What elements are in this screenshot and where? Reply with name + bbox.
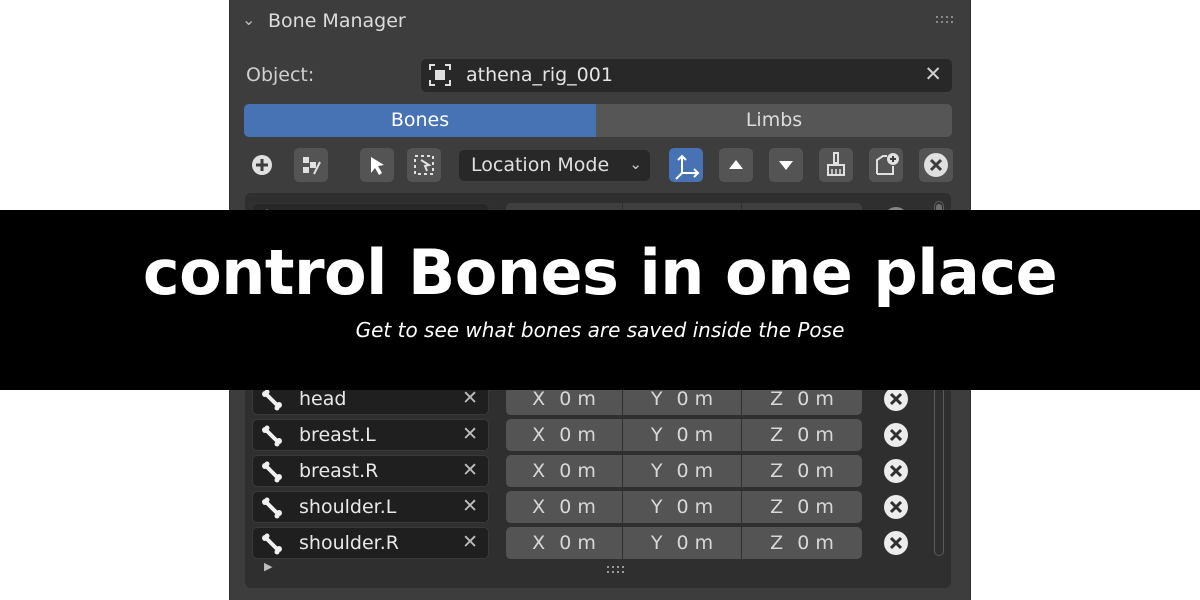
clear-brush-icon[interactable] [819,148,853,182]
resize-grip-icon[interactable] [607,566,625,574]
clear-bone-icon[interactable]: ✕ [462,423,478,445]
location-z-field[interactable]: Z0 m [742,491,862,523]
tab-limbs[interactable]: Limbs [596,104,952,137]
bone-name-field[interactable]: shoulder.R ✕ [252,527,489,559]
bone-row: shoulder.R ✕ X 0 mY0 mZ0 m [245,527,951,561]
panel-title: Bone Manager [268,10,406,32]
location-z-field[interactable]: Z0 m [742,419,862,451]
banner-title: control Bones in one place [142,236,1058,309]
remove-bone-icon[interactable] [883,458,909,484]
bone-name-field[interactable]: breast.L ✕ [252,419,489,451]
bone-name-field[interactable]: breast.R ✕ [252,455,489,487]
bone-name: shoulder.L [299,496,397,518]
bone-name: breast.R [299,460,379,482]
bone-row: breast.R ✕ X 0 mY0 mZ0 m [245,455,951,489]
object-icon [429,64,451,86]
bone-row: breast.L ✕ X 0 mY0 mZ0 m [245,419,951,453]
location-x-field[interactable]: X0 m [506,419,622,451]
object-field[interactable]: athena_rig_001 ✕ [421,59,952,92]
location-x-field[interactable]: X0 m [506,491,622,523]
clear-object-icon[interactable]: ✕ [924,62,942,86]
move-up-icon[interactable] [719,148,753,182]
transform-axes-icon[interactable] [669,148,703,182]
bone-name-field[interactable]: shoulder.L ✕ [252,491,489,523]
bone-name: breast.L [299,424,376,446]
bone-row: shoulder.L ✕ X 0 mY0 mZ0 m [245,491,951,525]
location-y-field[interactable]: Y0 m [623,491,741,523]
select-icon[interactable] [360,148,394,182]
mode-select-value: Location Mode [471,154,610,176]
bone-icon [261,389,283,411]
location-z-field[interactable]: Z0 m [742,455,862,487]
add-icon[interactable] [246,148,280,182]
bone-icon [261,533,283,555]
panel-header[interactable]: ⌄ Bone Manager [230,0,970,44]
remove-bone-icon[interactable] [883,422,909,448]
bone-icon [261,461,283,483]
bone-name: shoulder.R [299,532,399,554]
remove-bone-icon[interactable] [883,530,909,556]
clear-bone-icon[interactable]: ✕ [462,459,478,481]
chevron-down-icon: ⌄ [629,155,642,173]
tab-bones[interactable]: Bones [244,104,596,137]
remove-bone-icon[interactable] [883,494,909,520]
location-z-field[interactable]: Z0 m [742,527,862,559]
bone-icon [261,425,283,447]
expand-triangle-icon[interactable]: ▶ [264,560,272,573]
object-label: Object: [246,64,315,86]
drag-grip-icon[interactable] [936,16,956,26]
clear-bone-icon[interactable]: ✕ [462,531,478,553]
location-y-field[interactable]: Y0 m [623,527,741,559]
mode-select[interactable]: Location Mode ⌄ [459,150,650,181]
location-y-field[interactable]: Y0 m [623,419,741,451]
bone-icon [261,497,283,519]
clear-bone-icon[interactable]: ✕ [462,495,478,517]
bone-group-icon[interactable] [294,148,328,182]
clear-bone-icon[interactable]: ✕ [462,387,478,409]
move-down-icon[interactable] [769,148,803,182]
tab-bar: Bones Limbs [244,104,952,137]
add-pose-icon[interactable] [869,148,903,182]
banner-subtitle: Get to see what bones are saved inside t… [355,318,845,342]
location-x-field[interactable]: X0 m [506,527,622,559]
promo-banner: control Bones in one place Get to see wh… [0,210,1200,390]
collapse-chevron-icon[interactable]: ⌄ [242,10,255,29]
remove-icon[interactable] [919,148,953,182]
location-x-field[interactable]: X0 m [506,455,622,487]
deselect-icon[interactable] [407,148,441,182]
object-value: athena_rig_001 [466,64,613,86]
location-y-field[interactable]: Y0 m [623,455,741,487]
bone-name: head [299,388,347,410]
